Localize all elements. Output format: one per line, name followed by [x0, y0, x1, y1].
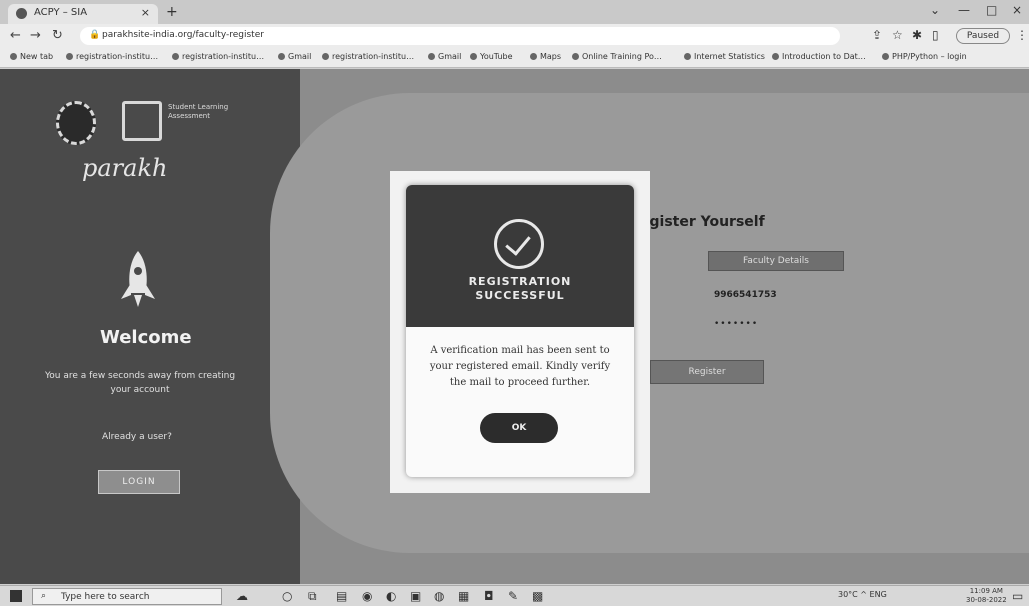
bookmark-item[interactable]: Gmail	[428, 52, 461, 61]
tab-title: ACPY – SIA	[34, 7, 88, 18]
modal-message: A verification mail has been sent to you…	[429, 345, 611, 388]
store-icon[interactable]: ▣	[410, 589, 421, 603]
modal-title: REGISTRATION SUCCESSFUL	[406, 275, 634, 303]
menu-icon[interactable]: ⋮	[1016, 28, 1028, 42]
weather-icon[interactable]: ☁	[236, 589, 248, 603]
bookmark-icon	[66, 53, 73, 60]
share-icon[interactable]: ⇪	[872, 28, 882, 42]
reload-icon[interactable]: ↻	[52, 28, 63, 43]
clock[interactable]: 11:09 AM 30-08-2022	[966, 587, 1007, 605]
bookmark-icon	[530, 53, 537, 60]
bookmark-icon	[172, 53, 179, 60]
bookmark-item[interactable]: YouTube	[470, 52, 513, 61]
bookmark-icon	[278, 53, 285, 60]
extensions-icon[interactable]: ✱	[912, 28, 922, 42]
bookmark-icon	[428, 53, 435, 60]
parakh-logo: parakh	[82, 154, 168, 182]
phone-field[interactable]: 9966541753	[714, 290, 777, 300]
already-user-text: Already a user?	[102, 432, 172, 442]
book-logo-icon	[122, 101, 162, 141]
notification-icon[interactable]: ▭	[1012, 589, 1023, 603]
edge-icon[interactable]: ◐	[386, 589, 396, 603]
bookmark-item[interactable]: registration-institu…	[66, 52, 158, 61]
clock-date: 30-08-2022	[966, 596, 1007, 604]
address-bar-row: ← → ↻ 🔒 parakhsite-india.org/faculty-reg…	[0, 24, 1029, 48]
logo-text: Student Learning Assessment	[168, 103, 229, 120]
page-viewport: Student Learning Assessment parakh Welco…	[0, 69, 1029, 584]
new-tab-button[interactable]: +	[166, 4, 178, 20]
register-button[interactable]: Register	[650, 360, 764, 384]
screen: ACPY – SIA × + ⌄ — □ × ← → ↻ 🔒 parakhsit…	[0, 0, 1029, 606]
ok-button[interactable]: OK	[480, 413, 558, 443]
bookmark-item[interactable]: PHP/Python – login	[882, 52, 967, 61]
bookmark-icon	[322, 53, 329, 60]
favicon-icon	[16, 8, 27, 19]
bookmarks-bar: New tab registration-institu… registrati…	[0, 48, 1029, 68]
explorer-icon[interactable]: ▤	[336, 589, 347, 603]
taskbar-search[interactable]: ⌕ Type here to search	[32, 588, 222, 605]
bookmark-icon	[470, 53, 477, 60]
clock-time: 11:09 AM	[969, 587, 1003, 595]
app-icon[interactable]: ✎	[508, 589, 518, 603]
modal-title-line2: SUCCESSFUL	[475, 289, 565, 302]
welcome-heading: Welcome	[100, 327, 192, 348]
rocket-icon	[121, 251, 155, 307]
bookmark-item[interactable]: Internet Statistics	[684, 52, 765, 61]
bookmark-item[interactable]: Gmail	[278, 52, 311, 61]
login-button[interactable]: LOGIN	[98, 470, 180, 494]
registration-success-modal: REGISTRATION SUCCESSFUL A verification m…	[406, 185, 634, 477]
lock-icon: 🔒	[89, 30, 101, 40]
app-icon[interactable]: ◍	[434, 589, 444, 603]
app-icon[interactable]: ▩	[532, 589, 543, 603]
bookmark-icon	[572, 53, 579, 60]
welcome-subtitle: You are a few seconds away from creating…	[44, 371, 236, 395]
browser-tab[interactable]: ACPY – SIA ×	[8, 4, 158, 24]
cortana-icon[interactable]: ○	[282, 589, 292, 603]
bookmark-star-icon[interactable]: ☆	[892, 28, 903, 42]
browser-tab-strip: ACPY – SIA × + ⌄ — □ ×	[0, 0, 1029, 24]
bookmark-item[interactable]: New tab	[10, 52, 53, 61]
maximize-button[interactable]: □	[986, 3, 997, 17]
search-icon: ⌕	[41, 591, 47, 601]
app-icon[interactable]: ◘	[484, 589, 494, 603]
bookmark-icon	[684, 53, 691, 60]
modal-title-line1: REGISTRATION	[468, 275, 572, 288]
app-icon[interactable]: ▦	[458, 589, 469, 603]
profile-button[interactable]: Paused	[956, 28, 1010, 44]
sidebar-icon[interactable]: ▯	[932, 28, 939, 42]
welcome-panel: Student Learning Assessment parakh Welco…	[0, 69, 300, 584]
chrome-icon[interactable]: ◉	[362, 589, 372, 603]
task-view-icon[interactable]: ⧉	[308, 589, 317, 604]
modal-header: REGISTRATION SUCCESSFUL	[406, 185, 634, 327]
emblem-logo	[56, 101, 96, 145]
system-tray[interactable]: 30°C ^ ENG	[838, 590, 887, 599]
bookmark-item[interactable]: Maps	[530, 52, 561, 61]
check-circle-icon	[494, 219, 544, 269]
bookmark-item[interactable]: Online Training Po…	[572, 52, 662, 61]
url-text: parakhsite-india.org/faculty-register	[102, 30, 264, 40]
back-icon[interactable]: ←	[10, 28, 21, 43]
bookmark-item[interactable]: Introduction to Dat…	[772, 52, 866, 61]
close-window-button[interactable]: ×	[1012, 3, 1022, 17]
faculty-details-select[interactable]: Faculty Details	[708, 251, 844, 271]
tab-search-icon[interactable]: ⌄	[930, 3, 940, 17]
windows-start-icon[interactable]	[10, 590, 22, 602]
bookmark-icon	[882, 53, 889, 60]
bookmark-item[interactable]: registration-institu…	[322, 52, 414, 61]
register-title: egister Yourself	[640, 214, 765, 230]
forward-icon[interactable]: →	[30, 28, 41, 43]
minimize-button[interactable]: —	[958, 3, 970, 17]
password-field[interactable]: •••••••	[714, 319, 758, 329]
url-bar[interactable]: 🔒 parakhsite-india.org/faculty-register	[80, 27, 840, 45]
bookmark-item[interactable]: registration-institu…	[172, 52, 264, 61]
tab-close-icon[interactable]: ×	[141, 6, 150, 19]
taskbar: ⌕ Type here to search ☁ ○ ⧉ ▤ ◉ ◐ ▣ ◍ ▦ …	[0, 585, 1029, 606]
search-placeholder: Type here to search	[61, 592, 150, 602]
bookmark-icon	[772, 53, 779, 60]
bookmark-icon	[10, 53, 17, 60]
